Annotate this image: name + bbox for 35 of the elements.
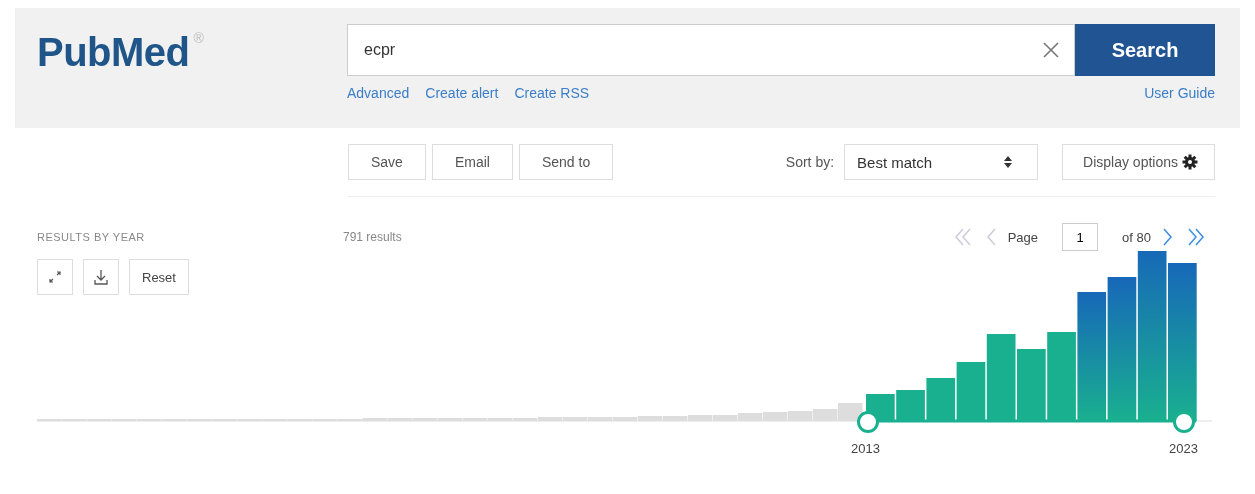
range-handle[interactable] [1173,411,1195,433]
download-icon [93,269,109,285]
sort-dropdown[interactable]: Best match [844,144,1039,180]
gear-icon [1182,154,1198,170]
action-button[interactable]: Email [431,144,513,180]
sort-arrows-icon [1003,155,1014,169]
close-icon[interactable] [1042,41,1060,59]
display-options-button[interactable]: Display options [1062,144,1215,180]
results-count: 791 results [343,230,402,244]
sort-label: Sort by: [785,154,835,170]
reset-button[interactable]: Reset [129,259,189,295]
header-link[interactable]: Create alert [425,85,499,101]
section-title: RESULTS BY YEAR [37,231,146,243]
histogram-bar [896,390,925,421]
pubmed-logo[interactable]: PubMed$^{®}$ [37,24,347,80]
user-guide-link[interactable]: User Guide [1144,85,1215,101]
action-button[interactable]: Send to [518,144,614,180]
histogram-bar [926,378,956,421]
download-button[interactable] [83,259,119,295]
expand-button[interactable] [37,259,73,295]
page-field[interactable]: 1 [1062,223,1099,251]
search-button[interactable]: Search [1075,24,1215,76]
last-page-icon[interactable] [1185,226,1207,248]
page-total: of 80 [1122,229,1151,245]
range-end-label: 2023 [1169,441,1198,456]
range-start-label: 2013 [851,441,880,456]
expand-icon [49,271,61,283]
page-label: Page [1007,229,1039,245]
histogram-bar [1017,349,1046,421]
header-link[interactable]: Create RSS [514,85,590,101]
next-page-icon[interactable] [1161,226,1175,248]
search-field[interactable]: ecpr [347,24,1075,76]
header-link[interactable]: Advanced [347,85,410,101]
range-handle[interactable] [857,411,879,433]
action-button[interactable]: Save [348,144,426,180]
